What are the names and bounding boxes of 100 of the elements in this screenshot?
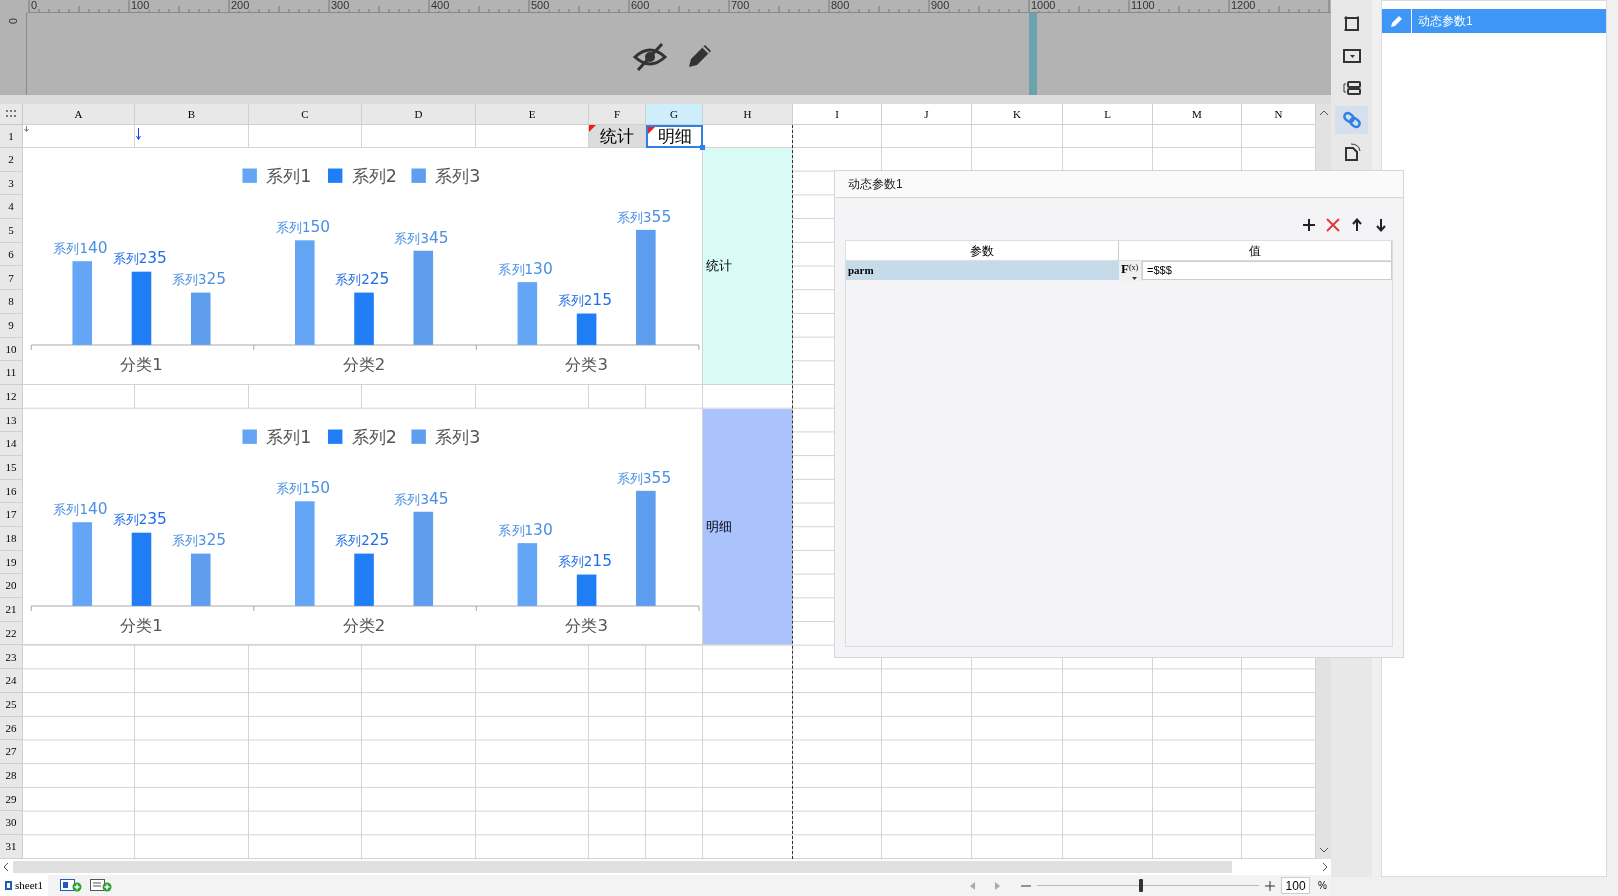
delete-icon[interactable] <box>1326 218 1340 232</box>
column-header[interactable]: N <box>1242 104 1316 125</box>
row-header[interactable]: 8 <box>0 290 23 314</box>
column-header[interactable]: B <box>135 104 249 125</box>
axis-label: 分类1 <box>120 615 163 635</box>
row-header[interactable]: 21 <box>0 598 23 622</box>
row-header[interactable]: 26 <box>0 716 23 741</box>
column-header[interactable]: F <box>589 104 646 125</box>
row-header[interactable]: 25 <box>0 692 23 717</box>
legend-label: 系列3 <box>435 426 481 447</box>
column-header[interactable]: I <box>793 104 882 125</box>
row-header[interactable]: 9 <box>0 313 23 338</box>
row-header[interactable]: 16 <box>0 479 23 504</box>
column-header[interactable]: C <box>249 104 362 125</box>
row-header[interactable]: 28 <box>0 763 23 788</box>
horizontal-scrollbar[interactable] <box>0 859 1331 875</box>
input-field[interactable]: =$$$ <box>1142 261 1392 280</box>
add-report-icon[interactable] <box>90 879 113 892</box>
axis-label: 分类1 <box>120 354 163 374</box>
slider-thumb[interactable] <box>1139 879 1144 892</box>
row-header[interactable]: 1 <box>0 125 23 148</box>
column-header[interactable]: L <box>1063 104 1153 125</box>
column-header[interactable]: D <box>362 104 476 125</box>
row-header[interactable]: 7 <box>0 266 23 291</box>
axis-label: 分类3 <box>565 354 608 374</box>
row-header[interactable]: 17 <box>0 503 23 527</box>
data-label: 系列225 <box>335 270 390 289</box>
zoom-in-icon[interactable] <box>1265 880 1276 891</box>
row-header[interactable]: 2 <box>0 148 23 172</box>
link-icon <box>1341 110 1362 130</box>
row-header[interactable]: 29 <box>0 787 23 812</box>
row-header[interactable]: 18 <box>0 527 23 551</box>
row-header[interactable]: 19 <box>0 550 23 575</box>
column-header[interactable]: M <box>1153 104 1242 125</box>
column-header[interactable]: A <box>23 104 135 125</box>
row-header[interactable]: 27 <box>0 740 23 764</box>
ruler-label: 0 <box>31 0 38 11</box>
data-label: 系列325 <box>171 531 227 549</box>
row-header[interactable]: 11 <box>0 361 23 385</box>
row-header[interactable]: 31 <box>0 834 23 859</box>
data-label: 系列235 <box>112 249 167 268</box>
select-all-icon[interactable] <box>5 110 17 118</box>
scroll-thumb[interactable] <box>13 861 1232 873</box>
column-header[interactable]: J <box>882 104 972 125</box>
sheet-tab[interactable]: sheet1 <box>0 875 49 896</box>
down-arrow-icon <box>24 126 29 132</box>
add-icon[interactable] <box>1302 218 1316 232</box>
up-arrow-icon[interactable] <box>1350 218 1364 232</box>
axis-label: 分类2 <box>342 615 386 635</box>
data-label: 系列345 <box>394 489 449 508</box>
row-header[interactable]: 30 <box>0 811 23 835</box>
column-header[interactable]: K <box>972 104 1063 125</box>
row-header[interactable]: 22 <box>0 621 23 646</box>
hidden-eye-icon[interactable] <box>633 42 667 72</box>
bar <box>517 542 538 606</box>
row-header[interactable]: 13 <box>0 408 23 433</box>
data-label: 系列355 <box>617 207 672 226</box>
zoom-field[interactable]: 100 <box>1281 877 1311 894</box>
row-header[interactable]: 12 <box>0 384 23 409</box>
add-sheet-icon[interactable] <box>60 879 83 892</box>
row-header[interactable]: 24 <box>0 669 23 693</box>
row-header[interactable]: 3 <box>0 171 23 196</box>
row-header[interactable]: 23 <box>0 645 23 670</box>
row-header[interactable]: 10 <box>0 337 23 362</box>
ruler-label: 700 <box>731 0 750 11</box>
item-label: 动态参数1 <box>1418 13 1473 30</box>
zoom-slider[interactable] <box>1037 879 1260 892</box>
data-label: 系列345 <box>394 228 449 247</box>
row-header[interactable]: 15 <box>0 455 23 480</box>
axis-label: 分类3 <box>565 615 608 635</box>
column-header[interactable]: G <box>646 104 703 125</box>
data-label: 系列235 <box>112 510 167 529</box>
header-cell[interactable]: 统计 <box>589 125 646 148</box>
ruler-label: 500 <box>531 0 550 11</box>
ruler-label: 300 <box>331 0 350 11</box>
table-cell[interactable]: parm <box>846 261 1119 280</box>
sheet-label: sheet1 <box>15 878 44 894</box>
data-label: 系列2 15 <box>557 551 612 570</box>
header-cell[interactable]: 明细 <box>646 125 703 148</box>
down-arrow-icon[interactable] <box>1374 218 1388 232</box>
row-header[interactable]: 4 <box>0 195 23 220</box>
row-header[interactable]: 20 <box>0 574 23 599</box>
pencil-icon <box>1389 14 1404 28</box>
legend-label: 系列2 <box>351 165 397 186</box>
bar <box>190 553 211 606</box>
row-header[interactable]: 14 <box>0 432 23 456</box>
row-header[interactable]: 6 <box>0 242 23 267</box>
merged-cell[interactable]: 明细 <box>703 408 793 646</box>
row-header[interactable]: 5 <box>0 219 23 243</box>
legend-label: 系列3 <box>435 165 481 186</box>
cell-text: 统计 <box>600 127 634 145</box>
merged-cell[interactable]: 统计 <box>703 148 793 385</box>
fill-handle[interactable] <box>700 145 705 150</box>
column-header[interactable]: H <box>703 104 793 125</box>
caret-icon <box>1132 277 1137 280</box>
data-label: 系列130 <box>498 259 553 278</box>
sheet-icon <box>5 881 12 890</box>
ruler-label: 400 <box>431 0 450 11</box>
column-header[interactable]: E <box>476 104 589 125</box>
legend-label: 系列1 <box>266 426 312 447</box>
